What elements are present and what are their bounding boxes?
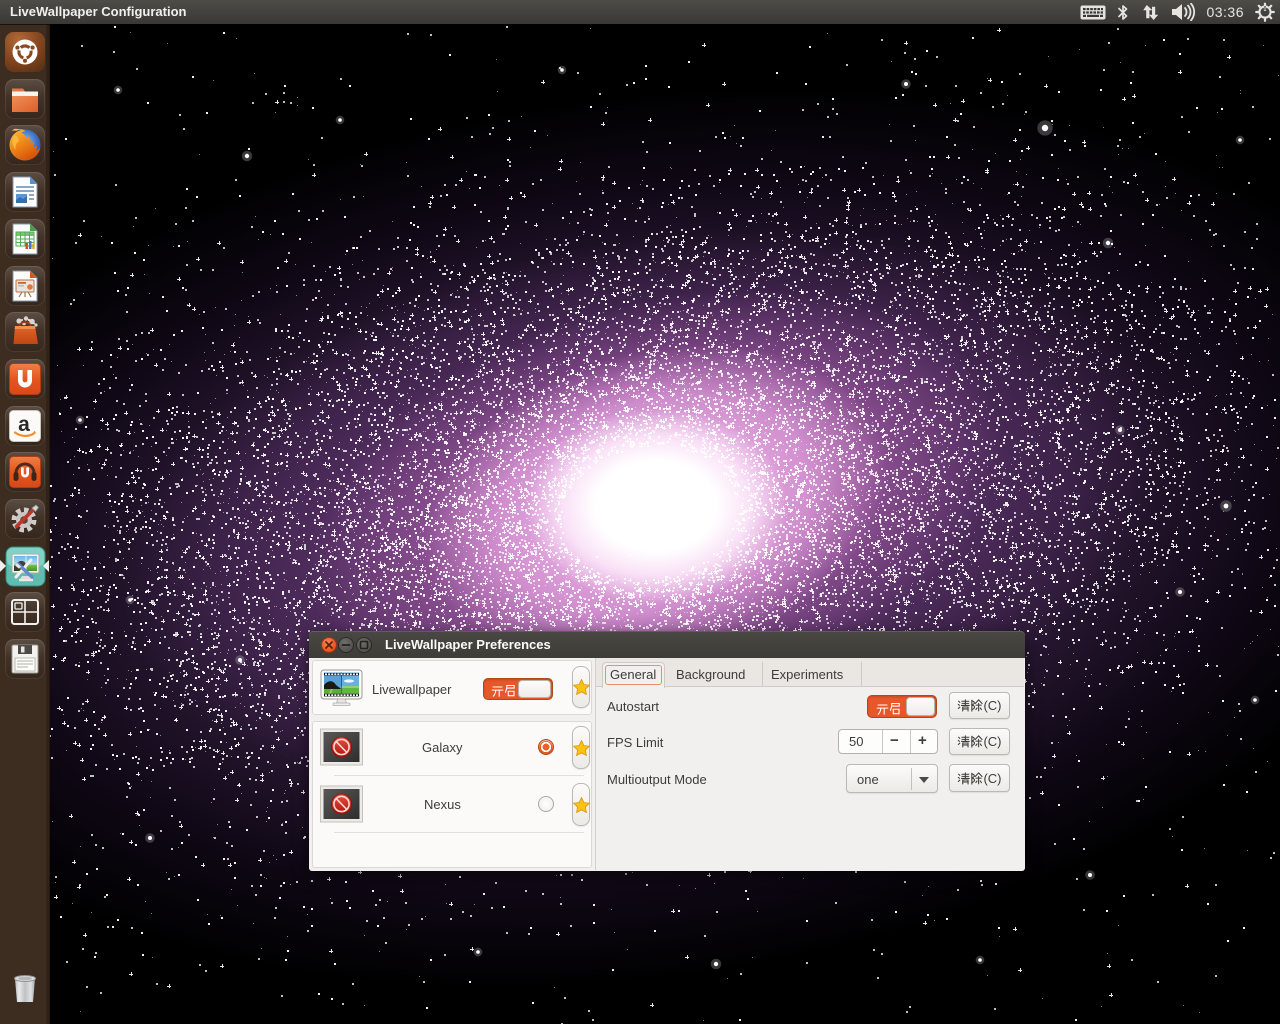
svg-text:a: a <box>18 413 30 436</box>
